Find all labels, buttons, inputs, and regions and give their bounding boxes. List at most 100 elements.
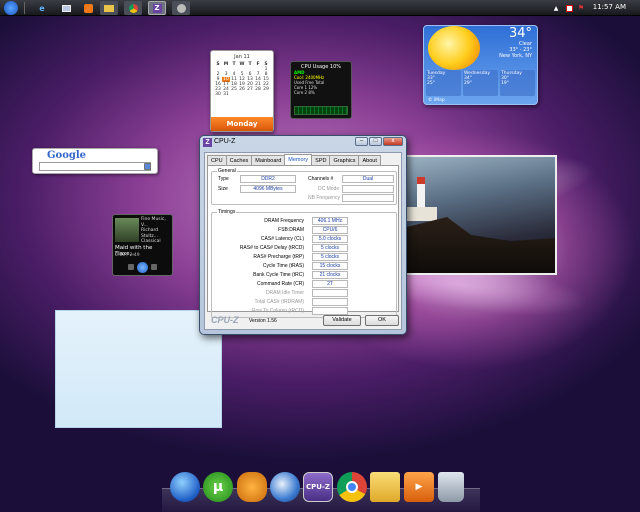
timing-label: DRAM Idle Timer <box>265 290 304 296</box>
calendar-day[interactable]: 25 <box>230 87 238 92</box>
calendar-weekday: Monday <box>211 117 273 131</box>
tab-caches[interactable]: Caches <box>225 155 253 165</box>
timing-value: 15 clocks <box>312 262 348 270</box>
media-player-icon[interactable] <box>80 1 96 15</box>
tab-cpu[interactable]: CPU <box>207 155 227 165</box>
window-controls: – □ x <box>355 137 403 146</box>
forecast-day: Tuesday 33° 25° <box>426 70 461 96</box>
media-controls <box>113 261 172 273</box>
explorer-folder-icon[interactable] <box>100 1 118 15</box>
calendar-day[interactable]: 30 <box>214 92 222 97</box>
tray-clock[interactable]: 11:57 AM <box>593 3 626 11</box>
folder-icon[interactable] <box>370 472 400 502</box>
close-button[interactable]: x <box>383 137 403 146</box>
flag-icon[interactable]: ⚑ <box>573 1 589 15</box>
timing-label: RAS# to CAS# Delay (tRCD) <box>239 245 304 251</box>
weather-gadget[interactable]: 34° Clear 33° - 23° New York, NY Tuesday… <box>423 25 538 105</box>
timing-value: 5 clocks <box>312 253 348 261</box>
calendar-gadget[interactable]: Jan 11 S M T W T F S 1 2 3 4 5 6 7 8 9 10 11 12 13 14 15 16 17 1… <box>210 50 274 132</box>
forecast-day: Thursday 30° 19° <box>500 70 535 96</box>
track-info-line: Classical <box>141 239 161 244</box>
calendar-day[interactable]: 26 <box>238 87 246 92</box>
media-player-gadget[interactable]: Fine Music, V... Richard Stoltz... Class… <box>112 214 173 276</box>
calendar-day[interactable]: 28 <box>254 87 262 92</box>
thunderbird-icon[interactable] <box>270 472 300 502</box>
tab-mainboard[interactable]: Mainboard <box>251 155 286 165</box>
memory-panel: General Type DDR2 Size 4096 MBytes Chann… <box>207 165 399 318</box>
cpuz-window: Z CPU-Z – □ x CPU Caches Mainboard Memor… <box>199 135 407 335</box>
channels-label: Channels # <box>308 176 334 182</box>
minimize-button[interactable]: – <box>355 137 368 146</box>
tab-graphics[interactable]: Graphics <box>329 155 360 165</box>
cpuz-titlebar[interactable]: Z CPU-Z – □ x <box>200 136 406 150</box>
utorrent-icon[interactable]: µ <box>203 472 233 502</box>
tab-spd[interactable]: SPD <box>311 155 331 165</box>
google-logo: Google <box>47 150 87 161</box>
chrome-taskbar-icon[interactable] <box>124 1 142 15</box>
track-info-line: Fine Music, V... <box>141 217 166 228</box>
next-icon[interactable] <box>151 264 157 270</box>
timing-value: 406.1 MHz <box>312 217 348 225</box>
show-desktop-icon[interactable] <box>58 1 74 15</box>
calendar-day[interactable]: 29 <box>262 87 270 92</box>
coastline-rocks <box>399 217 555 273</box>
cpuz-body: CPU Caches Mainboard Memory SPD Graphics… <box>204 152 402 330</box>
slideshow-gadget[interactable] <box>397 155 557 275</box>
chrome-icon[interactable] <box>337 472 367 502</box>
forecast-day: Wednesday 34° 29° <box>463 70 498 96</box>
cpu-usage-gadget[interactable]: CPU Usage 10% AMD Cool: 2400MHz Used Fre… <box>290 61 352 119</box>
cpu-row: Core 2 8% <box>294 90 315 95</box>
maximize-button[interactable]: □ <box>369 137 382 146</box>
cpuz-brand: CPU-Z <box>211 315 239 325</box>
timing-label: Cycle Time (tRAS) <box>262 263 304 269</box>
timing-label: Bank Cycle Time (tRC) <box>253 272 304 278</box>
timing-value: CPU/6 <box>312 226 348 234</box>
sticky-note[interactable] <box>55 310 222 428</box>
type-label: Type <box>218 176 229 182</box>
start-orb-icon[interactable] <box>4 1 18 15</box>
cpuz-icon[interactable]: CPU-Z <box>303 472 333 502</box>
album-art <box>115 218 139 242</box>
internet-explorer-icon[interactable]: e <box>34 1 50 15</box>
play-icon[interactable] <box>137 261 148 273</box>
size-label: Size <box>218 186 228 192</box>
track-time: 0:00 / 2:49 <box>115 253 140 258</box>
timing-value: 2T <box>312 280 348 288</box>
validate-button[interactable]: Validate <box>323 315 361 326</box>
forecast-lo: 29° <box>464 81 472 86</box>
fl-studio-icon[interactable] <box>237 472 267 502</box>
previous-icon[interactable] <box>128 264 134 270</box>
calendar-day[interactable]: 27 <box>246 87 254 92</box>
general-group-title: General <box>217 168 237 174</box>
calendar-grid: S M T W T F S 1 2 3 4 5 6 7 8 9 10 11 12 13 14 15 16 17 18 19 20 21… <box>211 60 273 99</box>
lighthouse-house <box>407 207 437 221</box>
weather-footer: © iMap <box>428 98 445 103</box>
sun-icon <box>428 26 480 70</box>
dc-mode-value <box>342 185 394 193</box>
timing-value: 5.0 clocks <box>312 235 348 243</box>
timing-value <box>312 307 348 315</box>
cpuz-version: Version 1.56 <box>249 318 277 324</box>
gadget-taskbar-icon[interactable] <box>172 1 190 15</box>
media-player-icon[interactable]: ▶ <box>404 472 434 502</box>
timings-group-title: Timings <box>217 209 237 215</box>
taskbar-separator <box>24 2 25 14</box>
timing-value <box>312 289 348 297</box>
timing-label: Command Rate (CR) <box>257 281 304 287</box>
tab-about[interactable]: About <box>358 155 381 165</box>
google-search-input[interactable] <box>39 162 151 171</box>
google-search-button[interactable] <box>144 163 151 170</box>
weather-forecast: Tuesday 33° 25° Wednesday 34° 29° Thursd… <box>426 70 535 96</box>
cpuz-taskbar-icon[interactable]: Z <box>148 1 166 15</box>
timing-label: DRAM Frequency <box>264 218 304 224</box>
timing-label: Row To Column (tRCD) <box>251 308 304 314</box>
cpuz-tabs: CPU Caches Mainboard Memory SPD Graphics… <box>207 154 381 165</box>
tab-memory[interactable]: Memory <box>284 154 313 165</box>
weather-temperature: 34° <box>508 26 532 41</box>
calendar-day[interactable]: 31 <box>222 92 230 97</box>
recycle-bin-icon[interactable] <box>438 472 464 502</box>
ok-button[interactable]: OK <box>365 315 399 326</box>
windows-start-icon[interactable] <box>170 472 200 502</box>
track-info: Fine Music, V... Richard Stoltz... Class… <box>141 217 172 245</box>
forecast-lo: 19° <box>501 81 509 86</box>
